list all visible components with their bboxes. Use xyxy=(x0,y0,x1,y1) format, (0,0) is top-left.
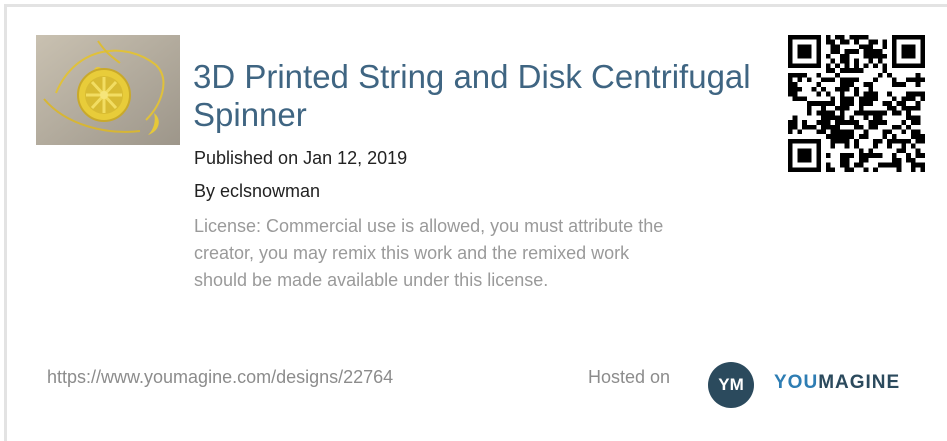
license-text: License: Commercial use is allowed, you … xyxy=(194,216,664,290)
logo-word-you: YOU xyxy=(774,372,819,393)
design-title[interactable]: 3D Printed String and Disk Centrifugal S… xyxy=(193,58,753,134)
published-date: Published on Jan 12, 2019 xyxy=(194,148,408,168)
design-thumbnail[interactable] xyxy=(36,35,180,145)
design-url[interactable]: https://www.youmagine.com/designs/22764 xyxy=(47,367,393,388)
hosted-on-label: Hosted on xyxy=(588,367,671,387)
youmagine-logo-wordmark[interactable]: YOUMAGINE xyxy=(774,372,900,394)
logo-word-magine: MAGINE xyxy=(818,372,901,393)
spinner-photo-icon xyxy=(36,35,180,145)
qr-code-icon xyxy=(788,35,925,172)
youmagine-logo-badge[interactable]: YM xyxy=(708,362,754,408)
author-name[interactable]: By eclsnowman xyxy=(194,181,320,202)
